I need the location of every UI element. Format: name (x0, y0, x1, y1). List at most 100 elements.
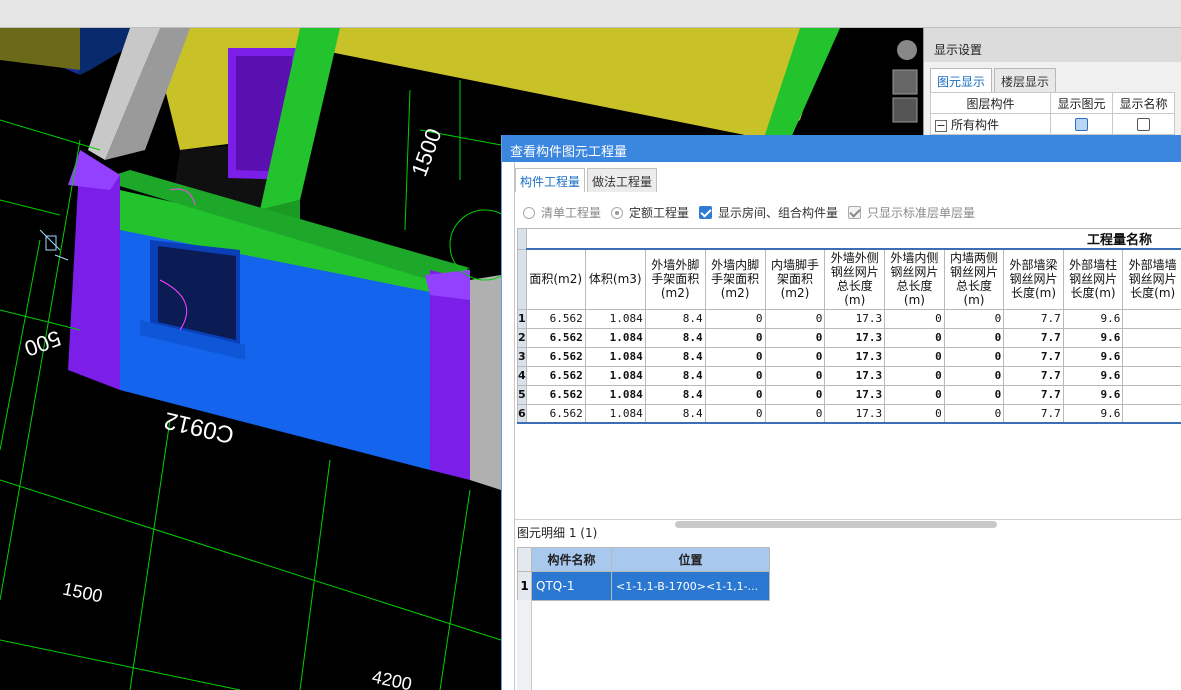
radio-list-quantity[interactable] (523, 206, 535, 219)
table-row[interactable]: 3 6.562 1.084 8.4 0 0 17.3 0 0 7.7 9.6 (517, 346, 1181, 367)
table-row[interactable]: 5 6.562 1.084 8.4 0 0 17.3 0 0 7.7 9.6 (517, 384, 1181, 405)
column-header[interactable]: 内墙脚手架面积(m2) (764, 248, 826, 310)
table-cell[interactable]: 9.6 (1062, 384, 1124, 405)
table-cell[interactable]: 0 (704, 327, 766, 348)
table-cell[interactable] (1122, 403, 1181, 424)
table-cell[interactable]: 17.3 (824, 365, 886, 386)
table-cell[interactable]: 0 (764, 346, 826, 367)
table-cell[interactable]: 0 (704, 384, 766, 405)
checkbox-show-rooms[interactable] (699, 206, 713, 219)
table-cell[interactable]: 7.7 (1003, 327, 1064, 348)
table-cell[interactable]: 17.3 (824, 403, 886, 424)
table-cell[interactable]: 0 (704, 365, 766, 386)
table-cell[interactable]: 8.4 (644, 346, 706, 367)
table-cell[interactable]: 6.562 (525, 384, 586, 405)
table-cell[interactable]: 0 (943, 327, 1005, 348)
horizontal-scrollbar[interactable] (675, 521, 997, 528)
table-cell[interactable] (1122, 308, 1181, 329)
table-cell[interactable]: 0 (764, 308, 826, 329)
table-cell[interactable]: 0 (704, 346, 766, 367)
column-header[interactable]: 外墙内侧钢丝网片总长度(m) (884, 248, 945, 310)
table-cell[interactable]: 7.7 (1003, 403, 1064, 424)
table-cell[interactable]: 17.3 (824, 384, 886, 405)
table-cell[interactable]: 9.6 (1062, 403, 1124, 424)
tab-floor-display[interactable]: 楼层显示 (994, 68, 1057, 92)
table-cell[interactable]: 1.084 (584, 403, 646, 424)
table-cell[interactable]: 0 (704, 308, 766, 329)
tab-method-quantity[interactable]: 做法工程量 (587, 168, 658, 192)
tab-element-display[interactable]: 图元显示 (930, 68, 993, 92)
table-cell[interactable]: 0 (764, 365, 826, 386)
table-cell[interactable]: 0 (884, 384, 945, 405)
table-cell[interactable]: 8.4 (644, 308, 706, 329)
table-cell[interactable]: 7.7 (1003, 384, 1064, 405)
table-cell[interactable]: 0 (704, 403, 766, 424)
table-cell[interactable]: 0 (884, 327, 945, 348)
column-header[interactable]: 体积(m3) (584, 248, 646, 310)
table-cell[interactable]: 8.4 (644, 384, 706, 405)
option-quota-quantity[interactable]: 定额工程量 (611, 204, 689, 221)
table-cell[interactable]: 8.4 (644, 365, 706, 386)
checkbox-std-layer-only[interactable] (848, 206, 862, 219)
table-cell[interactable]: 0 (943, 365, 1005, 386)
option-show-rooms[interactable]: 显示房间、组合构件量 (699, 204, 838, 221)
column-header[interactable]: 外部墙柱钢丝网片长度(m) (1062, 248, 1124, 310)
table-cell[interactable]: 6.562 (525, 403, 586, 424)
column-header[interactable]: 外墙外侧钢丝网片总长度(m) (824, 248, 886, 310)
table-cell[interactable]: 17.3 (824, 346, 886, 367)
table-cell[interactable]: 8.4 (644, 403, 706, 424)
detail-location[interactable]: <1-1,1-B-1700><1-1,1-... (611, 571, 770, 601)
table-cell[interactable]: 9.6 (1062, 365, 1124, 386)
table-cell[interactable]: 1.084 (584, 308, 646, 329)
detail-component-name[interactable]: QTQ-1 (531, 571, 612, 601)
table-cell[interactable]: 1.084 (584, 384, 646, 405)
table-cell[interactable]: 1.084 (584, 327, 646, 348)
table-row[interactable]: 6 6.562 1.084 8.4 0 0 17.3 0 0 7.7 9.6 (517, 403, 1181, 424)
table-cell[interactable]: 9.6 (1062, 308, 1124, 329)
column-header[interactable]: 外部墙墙钢丝网片长度(m) (1122, 248, 1181, 310)
table-cell[interactable]: 0 (943, 403, 1005, 424)
option-list-quantity[interactable]: 清单工程量 (523, 204, 601, 221)
table-cell[interactable]: 6.562 (525, 346, 586, 367)
collapse-icon[interactable]: − (935, 119, 947, 132)
table-cell[interactable]: 7.7 (1003, 365, 1064, 386)
show-name-checkbox[interactable] (1137, 118, 1150, 131)
table-cell[interactable]: 1.084 (584, 365, 646, 386)
table-row[interactable]: 4 6.562 1.084 8.4 0 0 17.3 0 0 7.7 9.6 (517, 365, 1181, 386)
table-cell[interactable]: 0 (943, 346, 1005, 367)
table-cell[interactable] (1122, 365, 1181, 386)
column-header[interactable]: 外部墙梁钢丝网片长度(m) (1003, 248, 1064, 310)
table-cell[interactable]: 0 (943, 384, 1005, 405)
table-cell[interactable]: 0 (764, 403, 826, 424)
table-cell[interactable]: 7.7 (1003, 308, 1064, 329)
table-cell[interactable]: 0 (884, 308, 945, 329)
column-header[interactable]: 外墙外脚手架面积(m2) (644, 248, 706, 310)
table-cell[interactable]: 0 (764, 384, 826, 405)
show-element-checkbox[interactable] (1075, 118, 1088, 131)
table-cell[interactable] (1122, 384, 1181, 405)
table-cell[interactable]: 6.562 (525, 308, 586, 329)
table-cell[interactable]: 8.4 (644, 327, 706, 348)
table-cell[interactable]: 0 (764, 327, 826, 348)
row-all-components[interactable]: − 所有构件 (930, 113, 1051, 135)
table-row[interactable]: 2 6.562 1.084 8.4 0 0 17.3 0 0 7.7 9.6 (517, 327, 1181, 348)
table-cell[interactable]: 0 (884, 365, 945, 386)
tab-component-quantity[interactable]: 构件工程量 (515, 168, 586, 192)
table-cell[interactable]: 0 (884, 403, 945, 424)
table-cell[interactable]: 0 (884, 346, 945, 367)
table-cell[interactable]: 7.7 (1003, 346, 1064, 367)
radio-quota-quantity[interactable] (611, 206, 624, 219)
option-std-layer-only[interactable]: 只显示标准层单层量 (848, 204, 975, 221)
table-cell[interactable]: 0 (943, 308, 1005, 329)
table-cell[interactable]: 6.562 (525, 365, 586, 386)
table-cell[interactable]: 9.6 (1062, 327, 1124, 348)
column-header[interactable]: 面积(m2) (525, 248, 586, 310)
table-cell[interactable]: 1.084 (584, 346, 646, 367)
column-header[interactable]: 外墙内脚手架面积(m2) (704, 248, 766, 310)
table-cell[interactable]: 9.6 (1062, 346, 1124, 367)
column-header[interactable]: 内墙两侧钢丝网片总长度(m) (943, 248, 1005, 310)
table-cell[interactable]: 17.3 (824, 327, 886, 348)
table-cell[interactable]: 17.3 (824, 308, 886, 329)
table-cell[interactable] (1122, 346, 1181, 367)
table-cell[interactable] (1122, 327, 1181, 348)
